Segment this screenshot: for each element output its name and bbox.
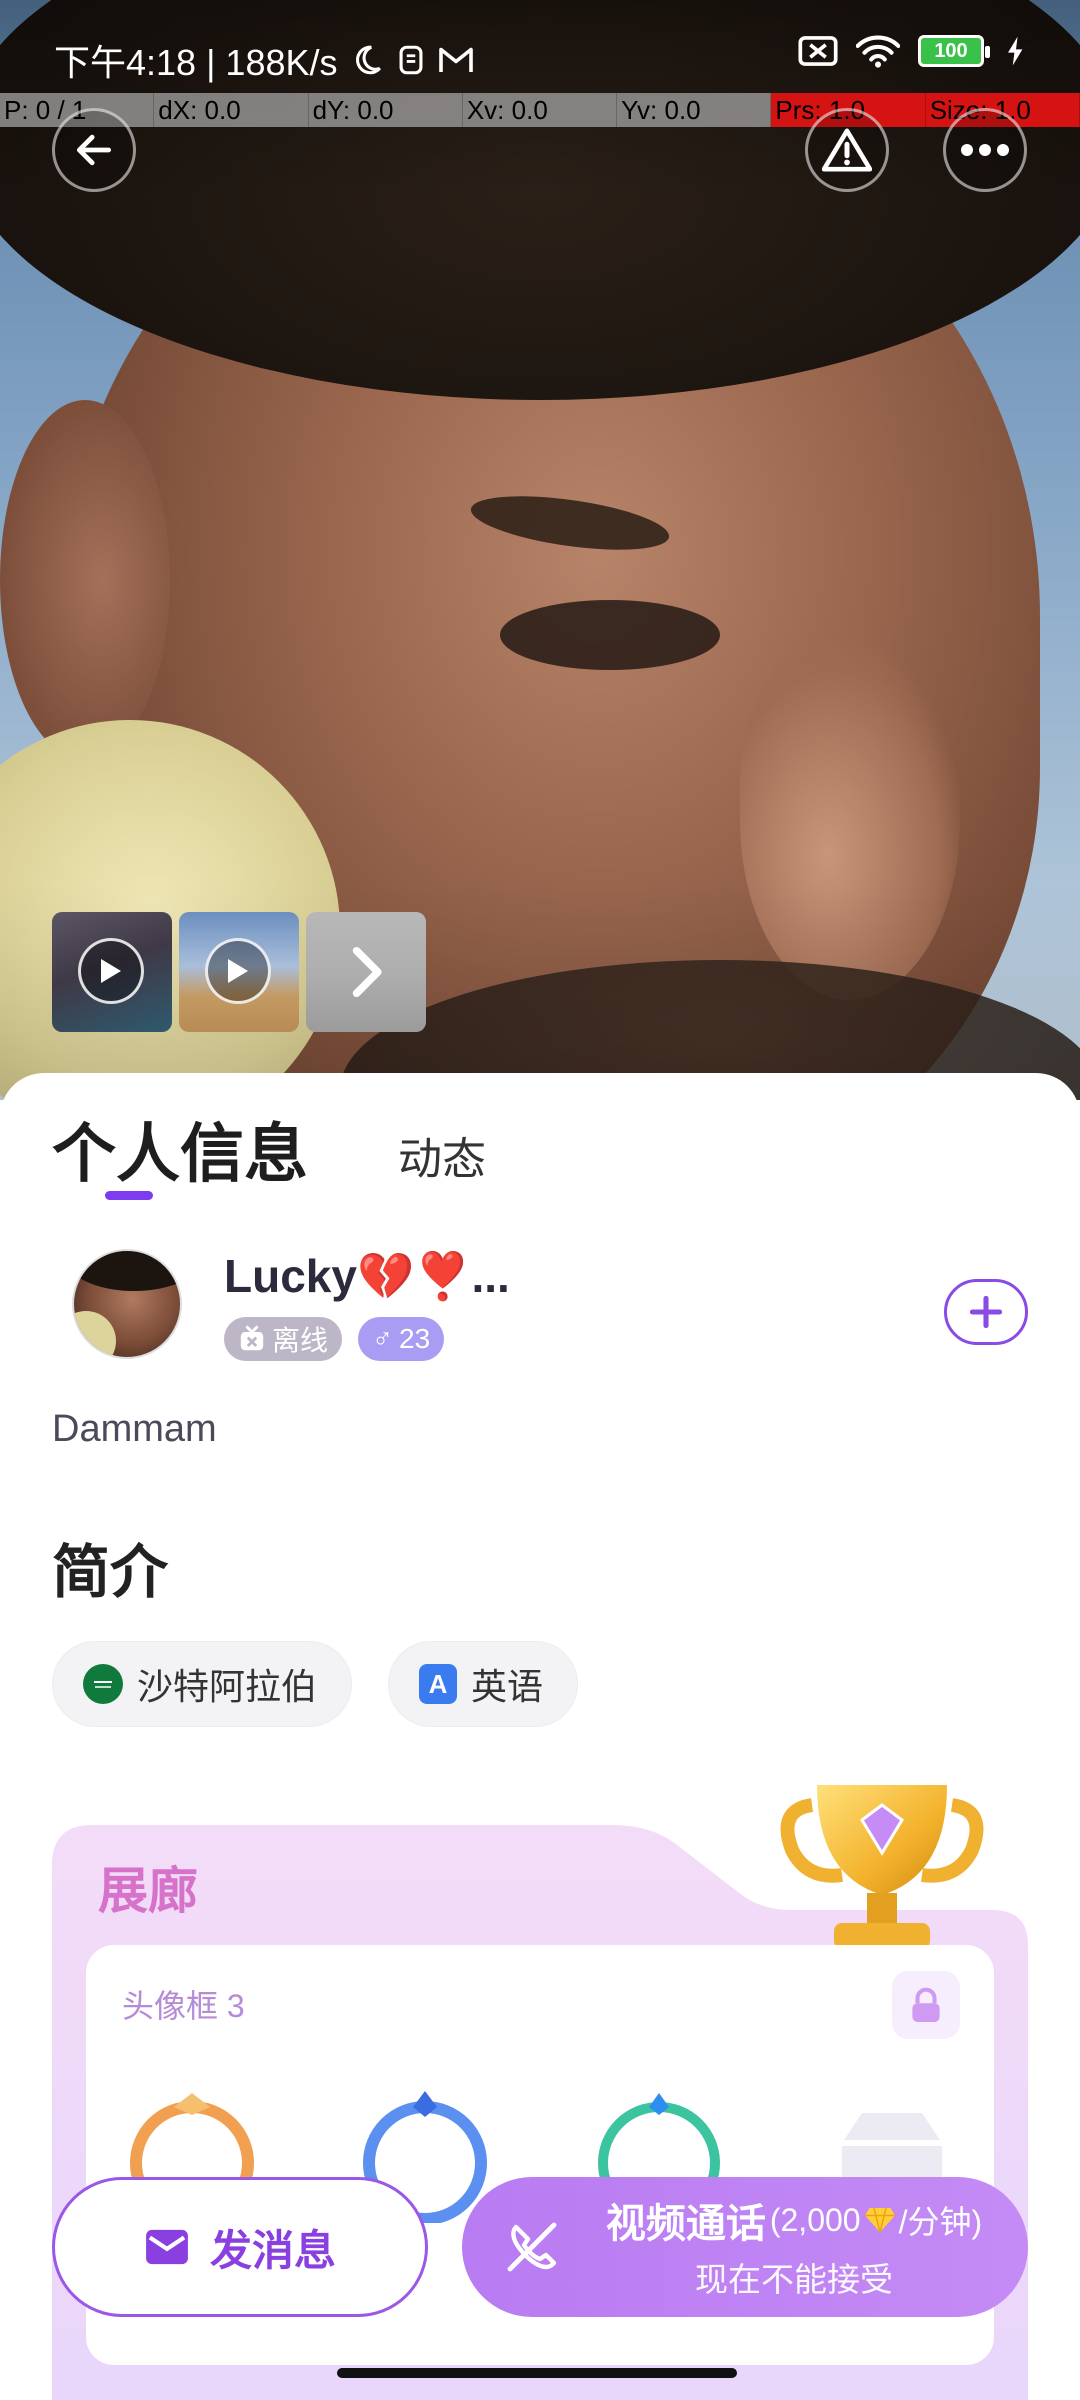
intro-chips: 沙特阿拉伯 A 英语 <box>52 1641 579 1727</box>
trophy-icon <box>780 1785 984 1949</box>
debug-yv: Yv: 0.0 <box>617 93 772 127</box>
send-message-label: 发消息 <box>209 2226 336 2274</box>
frames-count-label: 头像框 3 <box>122 1988 245 2024</box>
status-bar: 下午4:18 | 188K/s 100 <box>0 26 1080 90</box>
status-badge: 离线 <box>224 1317 343 1361</box>
profile-tabs: 个人信息 动态 <box>52 1103 486 1195</box>
moon-icon <box>350 43 384 77</box>
avatar-hair <box>74 1251 180 1291</box>
video-thumbnail-2[interactable] <box>179 912 299 1032</box>
battery-level: 100 <box>934 39 968 62</box>
intro-title: 简介 <box>52 1540 169 1605</box>
call-disabled-icon <box>507 2222 557 2272</box>
battery-icon: 100 <box>918 35 990 67</box>
debug-dy: dY: 0.0 <box>308 93 463 127</box>
male-icon: ♂ <box>372 1323 394 1354</box>
tab-moments[interactable]: 动态 <box>398 1123 486 1195</box>
gender-age-badge: ♂ 23 <box>358 1317 445 1361</box>
avatar-bread <box>74 1311 116 1357</box>
gmail-icon <box>438 45 474 75</box>
tab-profile-info[interactable]: 个人信息 <box>52 1103 308 1195</box>
call-rate-unit: /分钟) <box>898 2204 983 2240</box>
avatar[interactable] <box>72 1249 182 1359</box>
play-icon <box>78 938 144 1004</box>
chevron-right-icon <box>306 912 426 1032</box>
status-time-speed: 下午4:18 | 188K/s <box>54 42 338 83</box>
language-chip: A 英语 <box>388 1641 579 1727</box>
more-options-button[interactable] <box>943 108 1027 192</box>
media-thumbnails <box>52 912 426 1032</box>
country-text: 沙特阿拉伯 <box>137 1666 318 1707</box>
back-arrow-icon <box>76 134 112 166</box>
user-name: Lucky💔❣️... <box>224 1250 510 1302</box>
debug-xv: Xv: 0.0 <box>462 93 618 127</box>
profile-header: Lucky💔❣️... 离线 ♂ 23 <box>52 1249 1028 1379</box>
more-media-thumbnail[interactable] <box>306 912 426 1032</box>
play-icon <box>205 938 271 1004</box>
follow-button[interactable] <box>944 1279 1028 1345</box>
video-call-button[interactable]: 视频通话 (2,000 /分钟) 现在不能接受 <box>462 2177 1028 2317</box>
language-text: 英语 <box>471 1666 544 1707</box>
call-status-text: 现在不能接受 <box>695 2261 893 2298</box>
video-call-text: 视频通话 (2,000 /分钟) 现在不能接受 <box>574 2191 1014 2301</box>
call-rate-amount: (2,000 <box>769 2201 861 2238</box>
user-city: Dammam <box>52 1408 217 1450</box>
debug-dx: dX: 0.0 <box>154 93 309 127</box>
video-call-label: 视频通话 <box>605 2202 766 2246</box>
pointer-debug-overlay: P: 0 / 1 dX: 0.0 dY: 0.0 Xv: 0.0 Yv: 0.0… <box>0 93 1080 127</box>
home-indicator[interactable] <box>337 2368 737 2378</box>
lock-icon <box>892 1971 960 2039</box>
diamond-icon <box>864 2207 895 2233</box>
offline-tv-icon <box>240 1325 264 1351</box>
plus-icon <box>969 1295 1003 1329</box>
language-icon: A <box>419 1664 458 1704</box>
warning-icon <box>822 128 872 172</box>
report-button[interactable] <box>805 108 889 192</box>
video-thumbnail-1[interactable] <box>52 912 172 1032</box>
age-text: 23 <box>399 1323 431 1354</box>
active-tab-indicator <box>105 1191 153 1200</box>
saudi-flag-icon <box>83 1664 123 1704</box>
status-text: 离线 <box>272 1325 329 1356</box>
gallery-title: 展廊 <box>98 1863 198 1919</box>
wifi-icon <box>856 34 900 68</box>
send-message-button[interactable]: 发消息 <box>52 2177 428 2317</box>
country-chip: 沙特阿拉伯 <box>52 1641 353 1727</box>
back-button[interactable] <box>52 108 136 192</box>
no-sim-icon <box>798 35 838 67</box>
user-badges: 离线 ♂ 23 <box>224 1317 445 1361</box>
more-dots-icon <box>961 144 1009 156</box>
charging-icon <box>1006 35 1026 67</box>
sim-icon <box>396 43 426 77</box>
mail-icon <box>146 2229 188 2265</box>
